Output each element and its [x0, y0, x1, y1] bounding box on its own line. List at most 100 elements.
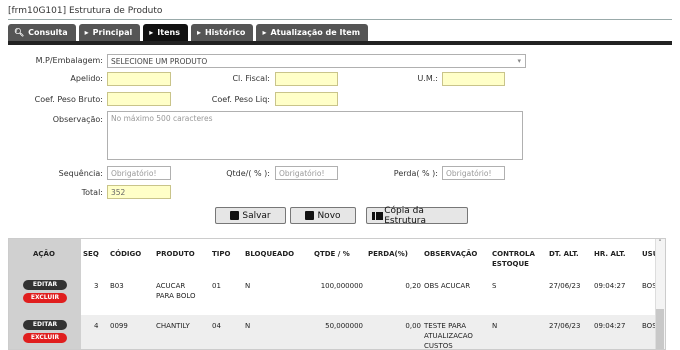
cell-produto: ACUCAR	[156, 282, 186, 290]
qtde-label: Qtde/( % ):	[226, 169, 270, 178]
app-window: [frm10G101] Estrutura de Produto 🔍︎ Consu…	[0, 0, 680, 350]
header-produto: PRODUTO	[156, 250, 195, 258]
chevron-right-icon: ▸	[262, 28, 267, 37]
cell-seq: 3	[94, 282, 99, 290]
delete-button[interactable]: EXCLUIR	[23, 333, 67, 343]
window-title: [frm10G101] Estrutura de Produto	[8, 6, 163, 16]
header-perda: PERDA(%)	[368, 250, 408, 258]
edit-button[interactable]: EDITAR	[23, 280, 67, 290]
observacao-label: Observação:	[52, 115, 103, 124]
um-label: U.M.:	[417, 74, 438, 83]
header-hr-alt: HR. ALT.	[594, 250, 626, 258]
cl-fiscal-label: Cl. Fiscal:	[232, 74, 270, 83]
copy-icon	[372, 211, 385, 221]
header-observacao: OBSERVAÇÃO	[424, 250, 478, 258]
tab-itens[interactable]: ▸ Itens	[143, 24, 188, 41]
sequencia-label: Sequência:	[58, 169, 103, 178]
cell-qtde: 50,000000	[325, 322, 363, 330]
items-table: AÇÃO SEQ CÓDIGO PRODUTO TIPO BLOQUEADO Q…	[8, 238, 666, 350]
floppy-disk-icon	[230, 211, 240, 220]
new-document-icon	[305, 211, 315, 220]
cell-qtde: 100,000000	[320, 282, 363, 290]
chevron-right-icon: ▸	[149, 28, 154, 37]
chevron-right-icon: ▸	[84, 28, 89, 37]
tab-label: Principal	[92, 28, 133, 37]
cell-bloqueado: N	[245, 282, 251, 290]
cell-tipo: 01	[212, 282, 221, 290]
chevron-up-icon[interactable]: ˄	[656, 239, 664, 249]
cell-hr-alt: 09:04:27	[594, 282, 626, 290]
header-controla: CONTROLA	[492, 250, 535, 258]
apelido-input[interactable]	[107, 72, 171, 86]
perda-input[interactable]: Obrigatório!	[442, 166, 505, 180]
copy-structure-button[interactable]: Cópia da Estrutura	[366, 205, 468, 226]
header-tipo: TIPO	[212, 250, 231, 258]
search-icon: 🔍︎	[14, 28, 25, 37]
header-dt-alt: DT. ALT.	[549, 250, 579, 258]
tab-bar: 🔍︎ Consulta ▸ Principal ▸ Itens ▸ Histórico …	[8, 24, 371, 41]
cell-codigo: 0099	[110, 322, 128, 330]
cl-fiscal-input[interactable]	[275, 72, 338, 86]
coef-peso-liq-input[interactable]	[275, 92, 338, 106]
observacao-textarea[interactable]: No máximo 500 caracteres	[107, 111, 523, 160]
cell-codigo: B03	[110, 282, 124, 290]
tab-label: Atualização de Item	[270, 28, 361, 37]
cell-observacao: TESTE PARA	[424, 322, 466, 330]
header-estoque: ESTOQUE	[492, 260, 529, 268]
new-button[interactable]: Novo	[290, 207, 356, 224]
table-row: EDITAR EXCLUIR 3 B03 ACUCAR PARA BOLO 01…	[9, 275, 659, 315]
copy-structure-label: Cópia da Estrutura	[384, 205, 426, 226]
cell-dt-alt: 27/06/23	[549, 322, 581, 330]
header-qtde: QTDE / %	[314, 250, 350, 258]
mp-embalagem-label: M.P/Embalagem:	[35, 56, 103, 65]
delete-button[interactable]: EXCLUIR	[23, 293, 67, 303]
cell-controla-estoque: N	[492, 322, 498, 330]
cell-dt-alt: 27/06/23	[549, 282, 581, 290]
cell-hr-alt: 09:04:27	[594, 322, 626, 330]
cell-perda: 0,00	[405, 322, 421, 330]
title-divider	[8, 19, 672, 20]
cell-produto: CHANTILY	[156, 322, 190, 330]
header-bloqueado: BLOQUEADO	[245, 250, 295, 258]
vertical-scrollbar[interactable]: ˄	[655, 239, 665, 349]
sequencia-input[interactable]: Obrigatório!	[107, 166, 171, 180]
perda-label: Perda( % ):	[393, 169, 438, 178]
header-seq: SEQ	[83, 250, 99, 258]
save-button-label: Salvar	[242, 210, 271, 221]
coef-peso-bruto-input[interactable]	[107, 92, 171, 106]
tab-label: Histórico	[204, 28, 246, 37]
cell-perda: 0,20	[405, 282, 421, 290]
um-input[interactable]	[442, 72, 505, 86]
tab-underline	[8, 41, 672, 45]
new-button-label: Novo	[317, 210, 341, 221]
header-acao: AÇÃO	[33, 250, 55, 258]
mp-embalagem-value: SELECIONE UM PRODUTO	[111, 57, 208, 66]
qtde-input[interactable]: Obrigatório!	[275, 166, 338, 180]
cell-bloqueado: N	[245, 322, 251, 330]
header-codigo: CÓDIGO	[110, 250, 142, 258]
chevron-right-icon: ▸	[196, 28, 201, 37]
table-row: EDITAR EXCLUIR 4 0099 CHANTILY 04 N 50,0…	[9, 315, 659, 350]
edit-button[interactable]: EDITAR	[23, 320, 67, 330]
tab-label: Consulta	[28, 28, 68, 37]
tab-historico[interactable]: ▸ Histórico	[190, 24, 254, 41]
table-header: AÇÃO SEQ CÓDIGO PRODUTO TIPO BLOQUEADO Q…	[9, 239, 665, 274]
cell-observacao-line3: CUSTOS	[424, 342, 453, 350]
total-label: Total:	[81, 188, 103, 197]
apelido-label: Apelido:	[70, 74, 103, 83]
cell-tipo: 04	[212, 322, 221, 330]
title-bar: [frm10G101] Estrutura de Produto	[0, 0, 680, 22]
chevron-down-icon: ▾	[517, 57, 521, 65]
tab-atualizacao-item[interactable]: ▸ Atualização de Item	[256, 24, 369, 41]
cell-observacao-line2: ATUALIZACAO	[424, 332, 473, 340]
coef-peso-bruto-label: Coef. Peso Bruto:	[34, 95, 103, 104]
scrollbar-thumb[interactable]	[656, 309, 664, 349]
cell-seq: 4	[94, 322, 99, 330]
cell-produto-line2: PARA BOLO	[156, 292, 196, 300]
total-field: 352	[107, 185, 171, 199]
mp-embalagem-select[interactable]: SELECIONE UM PRODUTO ▾	[107, 54, 526, 68]
coef-peso-liq-label: Coef. Peso Liq:	[211, 95, 270, 104]
save-button[interactable]: Salvar	[215, 207, 286, 224]
tab-principal[interactable]: ▸ Principal	[78, 24, 141, 41]
tab-consulta[interactable]: 🔍︎ Consulta	[8, 24, 76, 41]
